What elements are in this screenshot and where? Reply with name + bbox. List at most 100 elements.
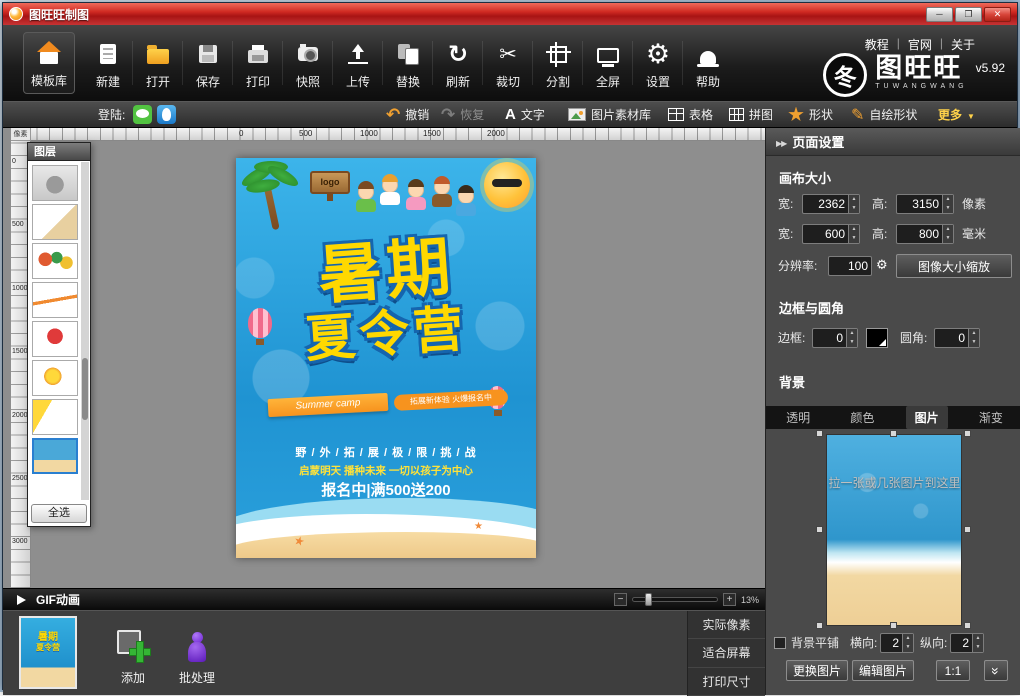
batch-process-button[interactable]: 批处理	[167, 616, 227, 689]
monitor-icon	[597, 48, 619, 63]
canvas-height-mm-input[interactable]: 800	[896, 224, 954, 244]
spinner[interactable]	[942, 195, 953, 213]
tile-horizontal-input[interactable]: 2	[880, 633, 914, 653]
picture-icon	[568, 108, 586, 121]
spinner[interactable]	[846, 329, 857, 347]
open-button[interactable]: 打开	[133, 32, 183, 94]
resize-handle[interactable]	[816, 622, 823, 629]
canvas-width-px-input[interactable]: 2362	[802, 194, 860, 214]
poster-slogan2: 启蒙明天 播种未来 一切以孩子为中心	[236, 463, 536, 478]
fit-screen-option[interactable]: 适合屏幕	[688, 639, 765, 667]
background-image-preview[interactable]	[826, 434, 962, 626]
resize-handle[interactable]	[890, 622, 897, 629]
resize-handle[interactable]	[890, 430, 897, 437]
select-all-button[interactable]: 全选	[31, 504, 87, 523]
change-image-button[interactable]: 更换图片	[786, 660, 848, 681]
tile-checkbox[interactable]	[774, 637, 786, 649]
add-button[interactable]: 添加	[103, 616, 163, 689]
template-library-button[interactable]: 模板库	[23, 32, 75, 94]
canvas-height-px-input[interactable]: 3150	[896, 194, 954, 214]
redo-button[interactable]: 恢复	[441, 102, 484, 127]
double-chevron-icon[interactable]	[776, 134, 786, 149]
document-thumbnail[interactable]: 暑期 夏令营	[19, 616, 77, 689]
design-canvas-page[interactable]: logo 暑期 夏令营 Summer camp 拓展新体验 火爆报名中 野 / …	[236, 158, 536, 558]
zoom-in-button[interactable]: +	[723, 593, 736, 606]
layer-thumbnail[interactable]	[32, 243, 78, 279]
border-width-input[interactable]: 0	[812, 328, 858, 348]
spinner[interactable]	[972, 634, 983, 652]
scrollbar-thumb[interactable]	[82, 358, 88, 420]
save-button[interactable]: 保存	[183, 32, 233, 94]
layer-thumbnail[interactable]	[32, 360, 78, 396]
custom-shape-button[interactable]: 自绘形状	[851, 102, 917, 127]
toolbar-button-label: 快照	[296, 73, 320, 90]
layers-scrollbar[interactable]	[81, 162, 89, 500]
split-button[interactable]: 分割	[533, 32, 583, 94]
tab-image[interactable]: 图片	[906, 406, 948, 429]
tile-vertical-input[interactable]: 2	[950, 633, 984, 653]
wechat-login-button[interactable]	[133, 102, 152, 127]
table-tool-button[interactable]: 表格	[668, 102, 713, 127]
resize-handle[interactable]	[964, 430, 971, 437]
tab-gradient[interactable]: 渐变	[970, 406, 1012, 429]
settings-button[interactable]: 设置	[633, 32, 683, 94]
spinner[interactable]	[968, 329, 979, 347]
close-button[interactable]: ✕	[984, 7, 1011, 22]
upload-button[interactable]: 上传	[333, 32, 383, 94]
tools-bar: 登陆: 撤销 恢复 文字 图片素材库 表格 拼图 形状 自绘形状 更多	[3, 101, 1017, 128]
print-button[interactable]: 打印	[233, 32, 283, 94]
puzzle-tool-button[interactable]: 拼图	[729, 102, 773, 127]
resize-handle[interactable]	[964, 622, 971, 629]
material-library-button[interactable]: 图片素材库	[568, 102, 651, 127]
help-button[interactable]: 帮助	[683, 32, 733, 94]
tab-color[interactable]: 颜色	[841, 406, 883, 429]
text-tool-button[interactable]: 文字	[505, 102, 545, 127]
dpi-input[interactable]: 100	[828, 256, 872, 276]
spinner[interactable]	[902, 634, 913, 652]
collapse-button[interactable]	[984, 660, 1008, 681]
image-scale-button[interactable]: 图像大小缩放	[896, 254, 1012, 278]
crop-button[interactable]: 裁切	[483, 32, 533, 94]
border-color-swatch[interactable]	[866, 328, 888, 348]
resize-handle[interactable]	[816, 430, 823, 437]
layer-thumbnail[interactable]	[32, 282, 78, 318]
horizontal-label: 横向:	[850, 633, 877, 653]
more-menu-button[interactable]: 更多	[938, 102, 975, 127]
layer-thumbnail[interactable]	[32, 204, 78, 240]
edit-image-button[interactable]: 编辑图片	[852, 660, 914, 681]
minimize-button[interactable]: ─	[926, 7, 953, 22]
fullscreen-button[interactable]: 全屏	[583, 32, 633, 94]
tutorial-link[interactable]: 教程	[865, 36, 889, 53]
official-site-link[interactable]: 官网	[908, 36, 932, 53]
view-options: 实际像素 适合屏幕 打印尺寸	[687, 611, 765, 696]
replace-button[interactable]: 替换	[383, 32, 433, 94]
zoom-out-button[interactable]: −	[614, 593, 627, 606]
new-button[interactable]: 新建	[83, 32, 133, 94]
spinner[interactable]	[848, 195, 859, 213]
zoom-slider-handle[interactable]	[645, 593, 652, 606]
resize-handle[interactable]	[816, 526, 823, 533]
toolbar-button-label: 分割	[546, 73, 570, 90]
spinner[interactable]	[848, 225, 859, 243]
actual-pixels-option[interactable]: 实际像素	[688, 611, 765, 639]
play-icon[interactable]	[17, 595, 26, 605]
canvas-width-mm-input[interactable]: 600	[802, 224, 860, 244]
layer-thumbnail[interactable]	[32, 165, 78, 201]
snapshot-button[interactable]: 快照	[283, 32, 333, 94]
zoom-slider[interactable]	[632, 597, 718, 602]
qq-login-button[interactable]	[157, 102, 176, 127]
layer-thumbnail[interactable]	[32, 399, 78, 435]
spinner[interactable]	[942, 225, 953, 243]
corner-radius-input[interactable]: 0	[934, 328, 980, 348]
undo-button[interactable]: 撤销	[386, 102, 429, 127]
tab-transparent[interactable]: 透明	[777, 406, 819, 429]
layer-thumbnail[interactable]	[32, 321, 78, 357]
resize-handle[interactable]	[964, 526, 971, 533]
maximize-button[interactable]: ❐	[955, 7, 982, 22]
about-link[interactable]: 关于	[951, 36, 975, 53]
refresh-button[interactable]: 刷新	[433, 32, 483, 94]
dpi-gear-icon[interactable]	[876, 257, 888, 273]
one-to-one-button[interactable]: 1:1	[936, 660, 970, 681]
layer-thumbnail-selected[interactable]	[32, 438, 78, 474]
shape-tool-button[interactable]: 形状	[788, 102, 833, 127]
